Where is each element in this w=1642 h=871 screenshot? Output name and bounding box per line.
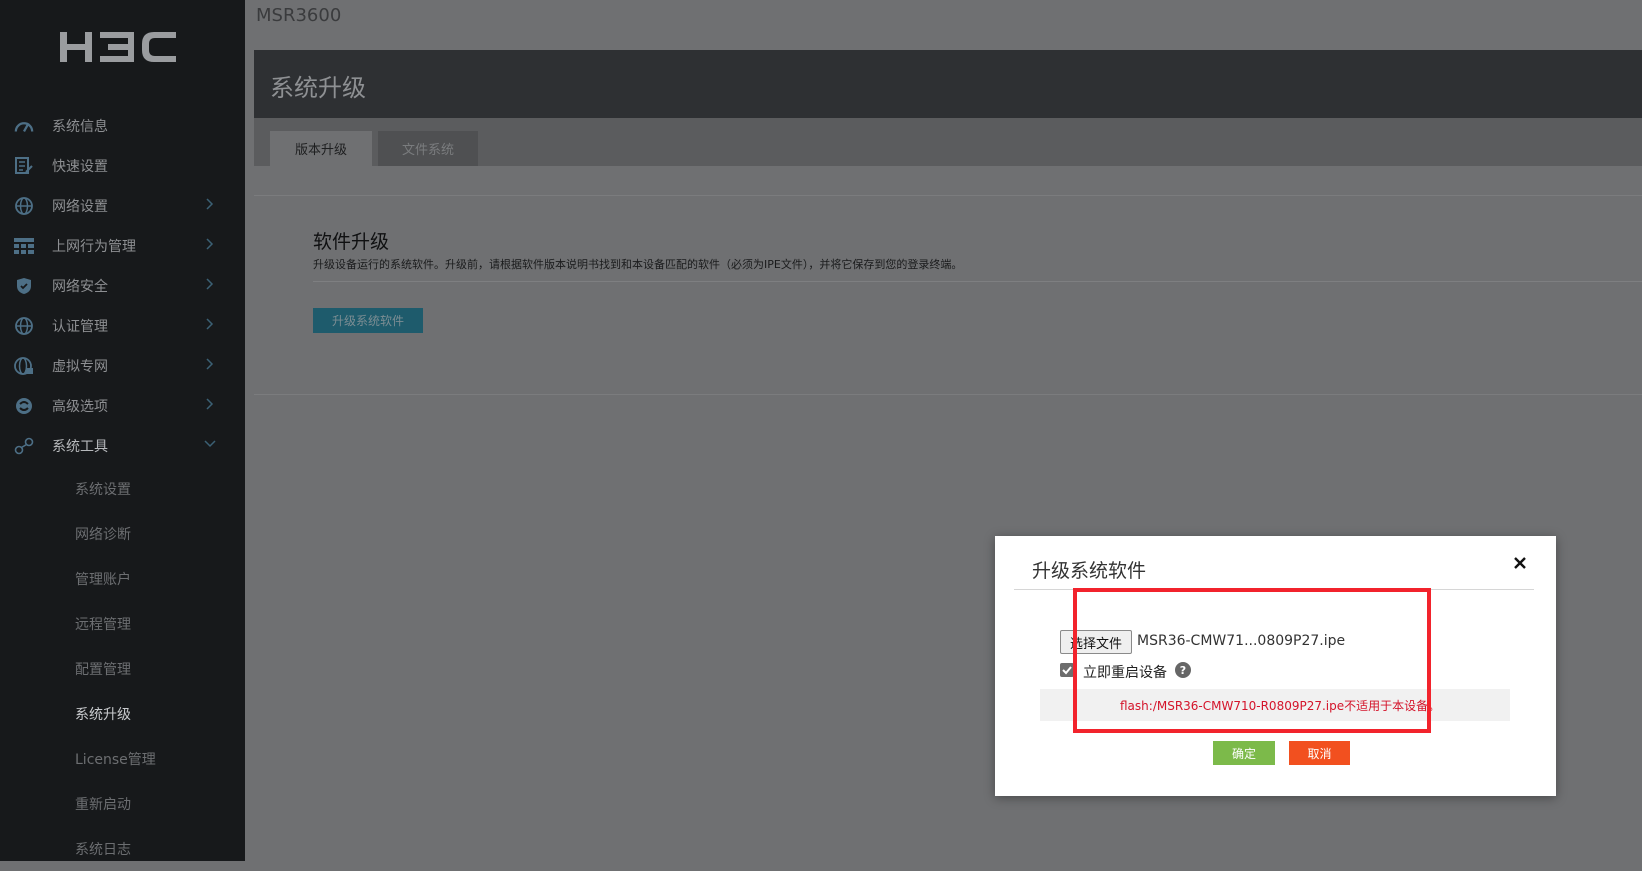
chevron-right-icon <box>203 317 217 331</box>
h3c-logo <box>60 32 176 62</box>
sidebar-subitem-license-management[interactable]: License管理 <box>0 736 245 781</box>
sidebar-subitem-admin-accounts[interactable]: 管理账户 <box>0 556 245 601</box>
shield-icon <box>14 277 34 295</box>
document-edit-icon <box>14 157 34 175</box>
sidebar-subitem-system-settings[interactable]: 系统设置 <box>0 466 245 511</box>
page-header: 系统升级 <box>254 50 1642 118</box>
sidebar-item-label: 认证管理 <box>52 319 108 335</box>
error-box: flash:/MSR36-CMW710-R0809P27.ipe不适用于本设备。 <box>1040 689 1510 721</box>
section-description: 升级设备运行的系统软件。升级前，请根据软件版本说明书找到和本设备匹配的软件（必须… <box>313 258 963 271</box>
device-model: MSR3600 <box>256 5 342 26</box>
globe-icon <box>14 197 34 215</box>
sidebar-subitem-system-log[interactable]: 系统日志 <box>0 826 245 871</box>
close-icon[interactable] <box>1509 552 1531 574</box>
sidebar-subitem-config-management[interactable]: 配置管理 <box>0 646 245 691</box>
tools-icon <box>14 437 34 455</box>
sidebar-nav: 系统信息 快速设置 网络设置 上网行为管理 网络安全 认证管理 虚拟专网 高级选… <box>0 106 245 871</box>
divider <box>313 281 1642 282</box>
sidebar-item-advanced-options[interactable]: 高级选项 <box>0 386 245 426</box>
error-message: flash:/MSR36-CMW710-R0809P27.ipe不适用于本设备。 <box>1120 699 1441 713</box>
sidebar-item-label: 网络设置 <box>52 199 108 215</box>
cancel-button[interactable]: 取消 <box>1289 741 1350 765</box>
globe-icon <box>14 317 34 335</box>
sidebar-subitem-network-diagnostics[interactable]: 网络诊断 <box>0 511 245 556</box>
ok-button[interactable]: 确定 <box>1213 741 1275 765</box>
software-upgrade-panel: 软件升级 升级设备运行的系统软件。升级前，请根据软件版本说明书找到和本设备匹配的… <box>254 195 1642 395</box>
choose-file-button[interactable]: 选择文件 <box>1060 630 1132 654</box>
sidebar: 系统信息 快速设置 网络设置 上网行为管理 网络安全 认证管理 虚拟专网 高级选… <box>0 0 245 861</box>
sidebar-subitem-system-upgrade[interactable]: 系统升级 <box>0 691 245 736</box>
chevron-right-icon <box>203 277 217 291</box>
sidebar-subitem-remote-management[interactable]: 远程管理 <box>0 601 245 646</box>
sidebar-subitem-reboot[interactable]: 重新启动 <box>0 781 245 826</box>
divider <box>1014 589 1534 590</box>
sidebar-item-label: 虚拟专网 <box>52 359 108 375</box>
sidebar-item-auth-management[interactable]: 认证管理 <box>0 306 245 346</box>
chevron-down-icon <box>203 437 217 451</box>
sidebar-item-label: 高级选项 <box>52 399 108 415</box>
sidebar-item-label: 快速设置 <box>52 159 108 175</box>
reboot-label: 立即重启设备 <box>1083 665 1167 681</box>
speedometer-icon <box>14 117 34 135</box>
sidebar-item-system-tools[interactable]: 系统工具 <box>0 426 245 466</box>
section-title: 软件升级 <box>313 231 390 253</box>
tab-strip: 版本升级 文件系统 <box>254 118 1642 166</box>
tab-file-system[interactable]: 文件系统 <box>378 131 478 166</box>
selected-file-name: MSR36-CMW71...0809P27.ipe <box>1137 633 1346 649</box>
sidebar-item-vpn[interactable]: 虚拟专网 <box>0 346 245 386</box>
page-title: 系统升级 <box>270 74 366 102</box>
chevron-right-icon <box>203 237 217 251</box>
sidebar-item-label: 网络安全 <box>52 279 108 295</box>
sidebar-item-system-info[interactable]: 系统信息 <box>0 106 245 146</box>
upgrade-dialog: 升级系统软件 选择文件 MSR36-CMW71...0809P27.ipe 立即… <box>995 536 1556 796</box>
sidebar-item-behavior-management[interactable]: 上网行为管理 <box>0 226 245 266</box>
globe-lock-icon <box>14 357 34 375</box>
chevron-right-icon <box>203 357 217 371</box>
advanced-icon <box>14 397 34 415</box>
sidebar-item-network-settings[interactable]: 网络设置 <box>0 186 245 226</box>
sidebar-item-quick-setup[interactable]: 快速设置 <box>0 146 245 186</box>
dialog-title: 升级系统软件 <box>1032 560 1147 582</box>
sidebar-item-label: 系统工具 <box>52 439 108 455</box>
sidebar-item-label: 上网行为管理 <box>52 239 136 255</box>
grid-table-icon <box>14 237 34 255</box>
chevron-right-icon <box>203 197 217 211</box>
checkmark-icon <box>1062 666 1072 675</box>
top-bar: MSR3600 <box>245 0 1642 38</box>
chevron-right-icon <box>203 397 217 411</box>
sidebar-item-network-security[interactable]: 网络安全 <box>0 266 245 306</box>
help-icon[interactable]: ? <box>1175 662 1191 678</box>
sidebar-item-label: 系统信息 <box>52 119 108 135</box>
reboot-checkbox[interactable] <box>1060 663 1074 677</box>
tab-version-upgrade[interactable]: 版本升级 <box>270 131 372 166</box>
upgrade-software-button[interactable]: 升级系统软件 <box>313 308 423 333</box>
